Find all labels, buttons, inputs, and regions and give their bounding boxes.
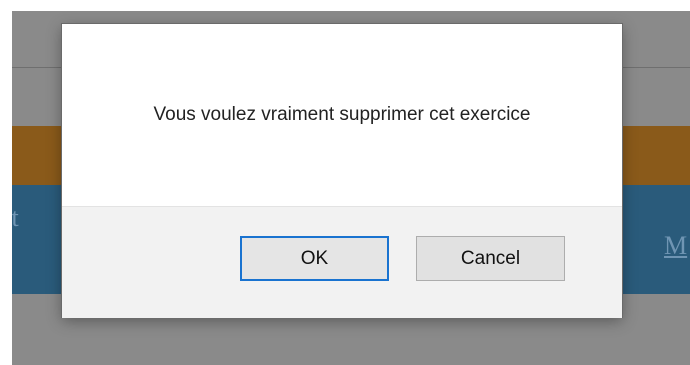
dialog-footer: OK Cancel — [62, 206, 622, 318]
dialog-body: Vous voulez vraiment supprimer cet exerc… — [62, 24, 622, 206]
background-heading-fragment: et — [12, 203, 19, 232]
confirm-dialog: Vous voulez vraiment supprimer cet exerc… — [62, 24, 622, 318]
cancel-button[interactable]: Cancel — [416, 236, 565, 281]
dialog-message: Vous voulez vraiment supprimer cet exerc… — [153, 104, 531, 125]
ok-button[interactable]: OK — [240, 236, 389, 281]
background-link-fragment: M — [664, 231, 688, 260]
screen: et M Vous voulez vraiment supprimer cet … — [0, 0, 690, 365]
